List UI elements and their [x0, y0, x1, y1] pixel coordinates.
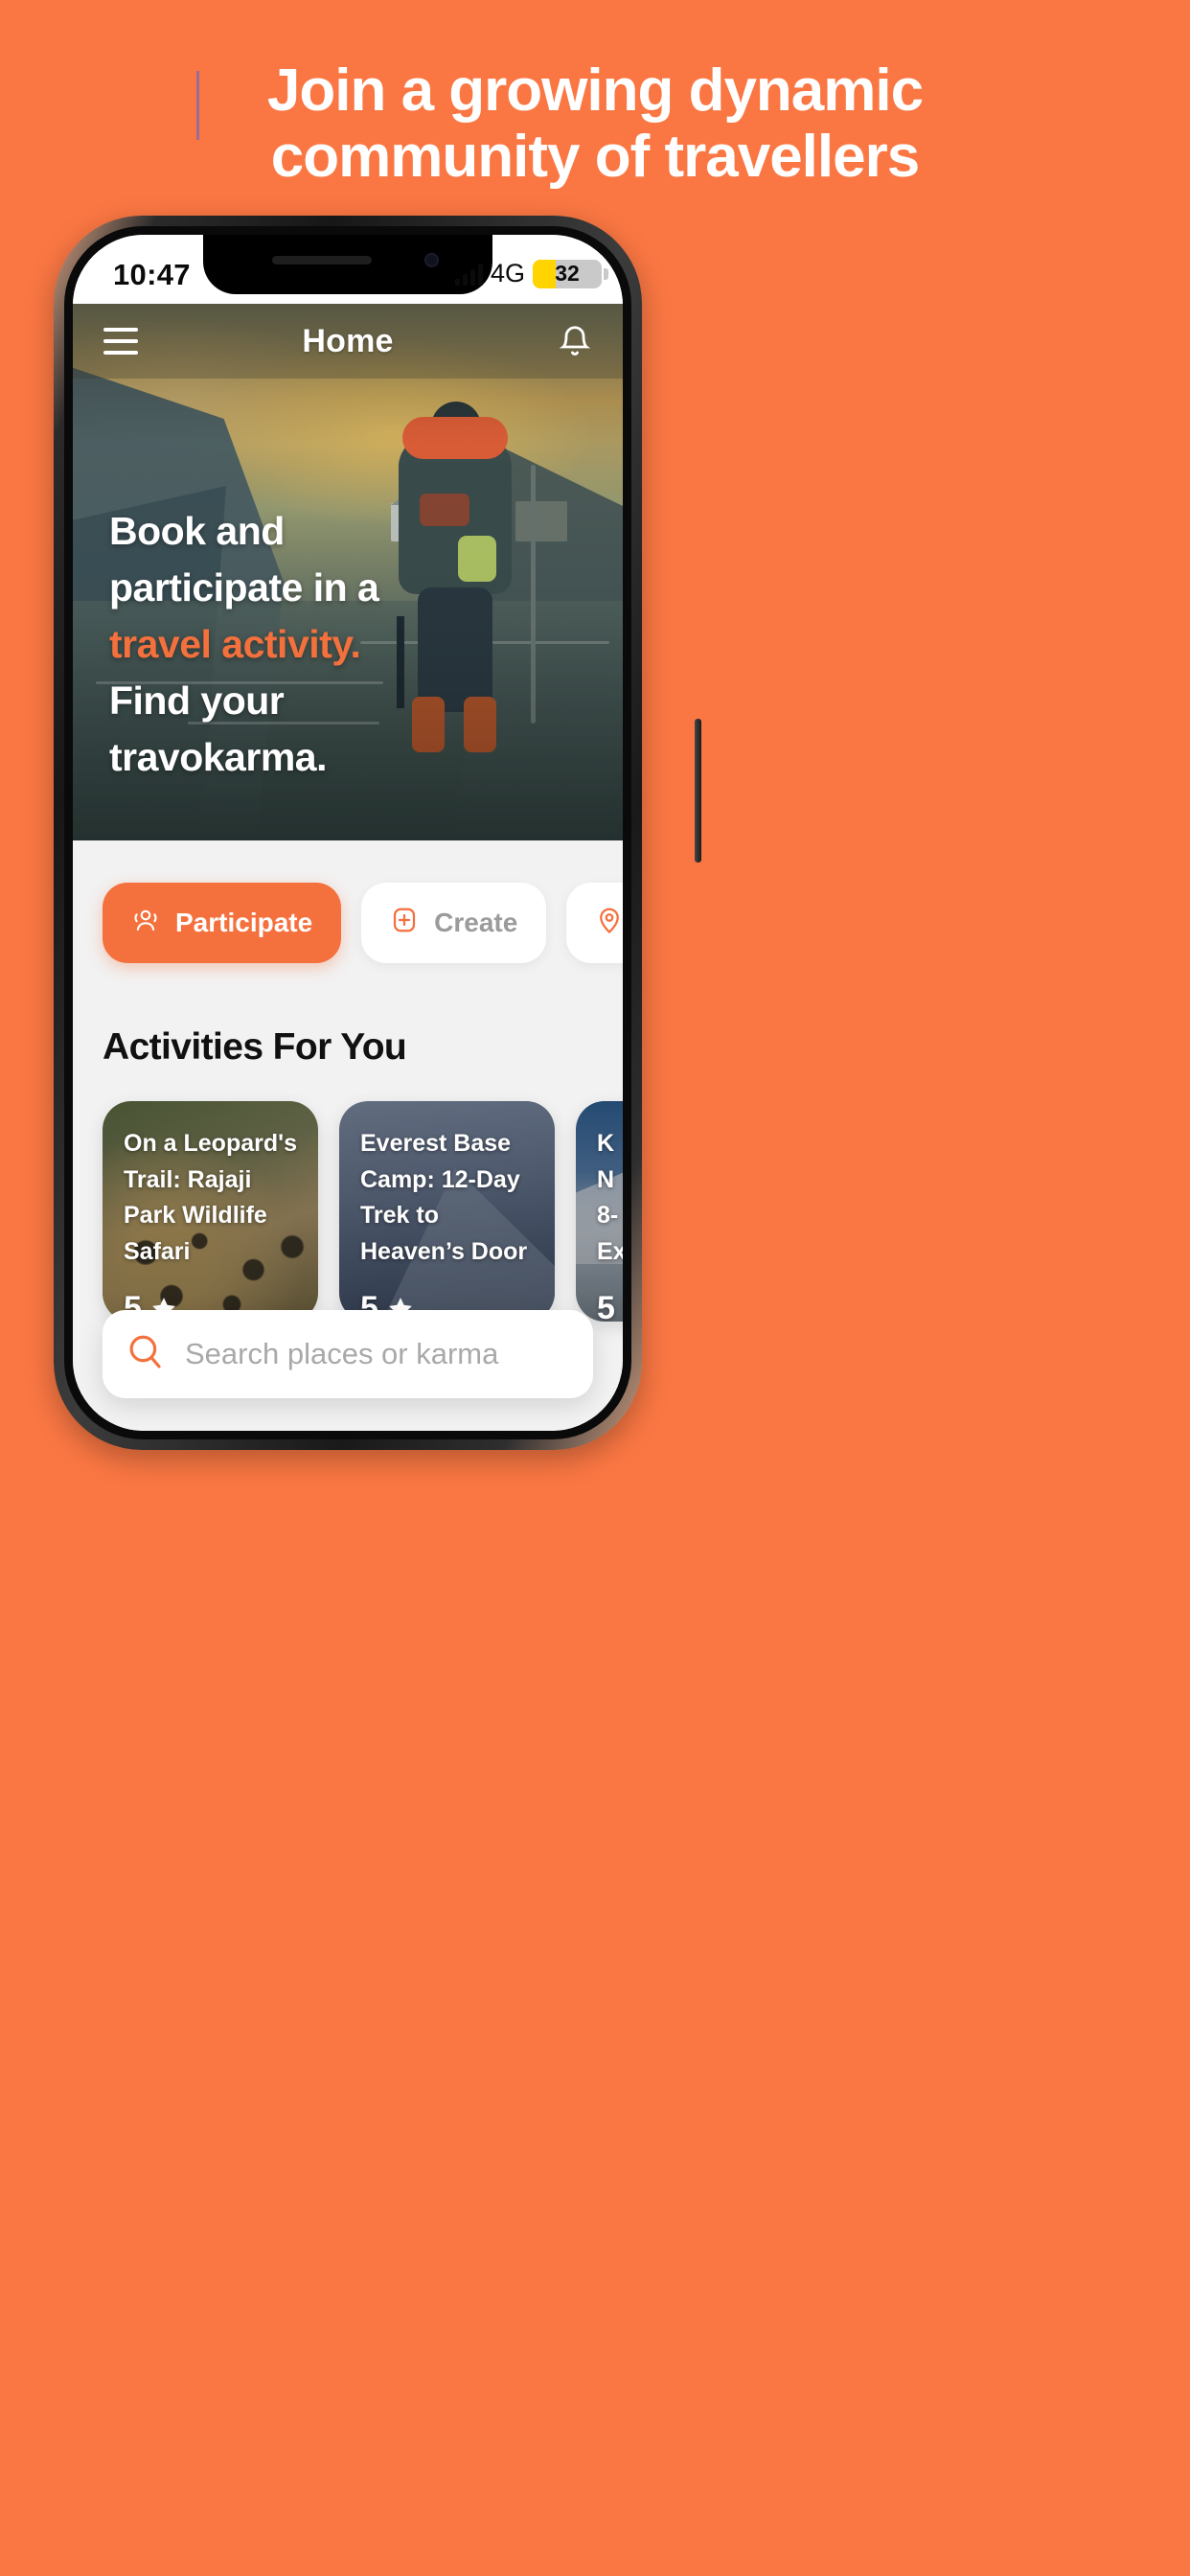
- chip-create[interactable]: Create: [361, 883, 547, 963]
- filter-chip-row: Participate Create: [73, 883, 623, 963]
- status-clock: 10:47: [113, 258, 191, 291]
- bell-icon[interactable]: [558, 323, 592, 359]
- promo-headline: Join a growing dynamic community of trav…: [0, 58, 1190, 191]
- chip-participate-label: Participate: [175, 908, 313, 937]
- search-bar[interactable]: Search places or karma: [103, 1310, 593, 1398]
- activity-card[interactable]: On a Leopard's Trail: Rajaji Park Wildli…: [103, 1101, 318, 1322]
- activity-card-title: Everest Base Camp: 12-Day Trek to Heaven…: [360, 1130, 528, 1265]
- device-notch: [203, 235, 492, 294]
- app-bar: Home: [73, 304, 623, 379]
- chip-stay[interactable]: Stay: [566, 883, 623, 963]
- hero-line-1: Book and: [109, 509, 285, 553]
- plus-square-icon: [390, 906, 419, 941]
- battery-percent-label: 32: [555, 261, 580, 286]
- page-title: Home: [302, 322, 394, 359]
- section-heading: Activities For You: [103, 1026, 407, 1068]
- activity-card-title: K N 8- Ex: [597, 1130, 623, 1265]
- search-icon: [126, 1332, 166, 1377]
- promo-line-2: community of travellers: [270, 124, 920, 191]
- hero-accent-line: travel activity.: [109, 622, 361, 667]
- hero-line-4: Find your: [109, 678, 285, 724]
- chip-create-label: Create: [434, 908, 518, 937]
- signal-bars-icon: [454, 263, 483, 286]
- hero-line-5: travokarma.: [109, 735, 327, 780]
- promo-line-1: Join a growing dynamic: [0, 58, 1190, 140]
- activity-card-list[interactable]: On a Leopard's Trail: Rajaji Park Wildli…: [73, 1101, 623, 1322]
- activity-card[interactable]: K N 8- Ex 5: [576, 1101, 623, 1322]
- status-indicators: 4G 32: [454, 259, 608, 288]
- hamburger-menu-icon[interactable]: [103, 328, 138, 355]
- people-group-icon: [131, 906, 160, 941]
- earpiece-speaker: [272, 256, 372, 264]
- phone-screen: 10:47 4G 32 Home Book and participate in…: [73, 235, 623, 1431]
- location-pin-icon: [595, 906, 623, 941]
- activity-card-title: On a Leopard's Trail: Rajaji Park Wildli…: [124, 1130, 297, 1265]
- status-bar: 10:47 4G 32: [73, 235, 623, 304]
- hero-banner: Home Book and participate in a travel ac…: [73, 304, 623, 840]
- search-container: Search places or karma: [73, 1310, 623, 1398]
- hero-headline: Book and participate in a travel activit…: [109, 503, 425, 786]
- hero-line-2: participate in a: [109, 565, 379, 610]
- chip-participate[interactable]: Participate: [103, 883, 342, 963]
- phone-device-frame: 10:47 4G 32 Home Book and participate in…: [54, 216, 701, 1450]
- power-button[interactable]: [695, 719, 701, 862]
- phone-bezel: 10:47 4G 32 Home Book and participate in…: [64, 226, 631, 1439]
- network-type-label: 4G: [490, 259, 525, 288]
- activity-card[interactable]: Everest Base Camp: 12-Day Trek to Heaven…: [339, 1101, 555, 1322]
- promo-line-1-text: Join a growing dynamic: [266, 58, 924, 124]
- front-camera-icon: [424, 253, 439, 267]
- search-input[interactable]: Search places or karma: [185, 1337, 498, 1371]
- home-content: Search places or karma Participate Creat…: [73, 840, 623, 1431]
- battery-icon: 32: [533, 259, 608, 288]
- battery-cap: [604, 267, 608, 280]
